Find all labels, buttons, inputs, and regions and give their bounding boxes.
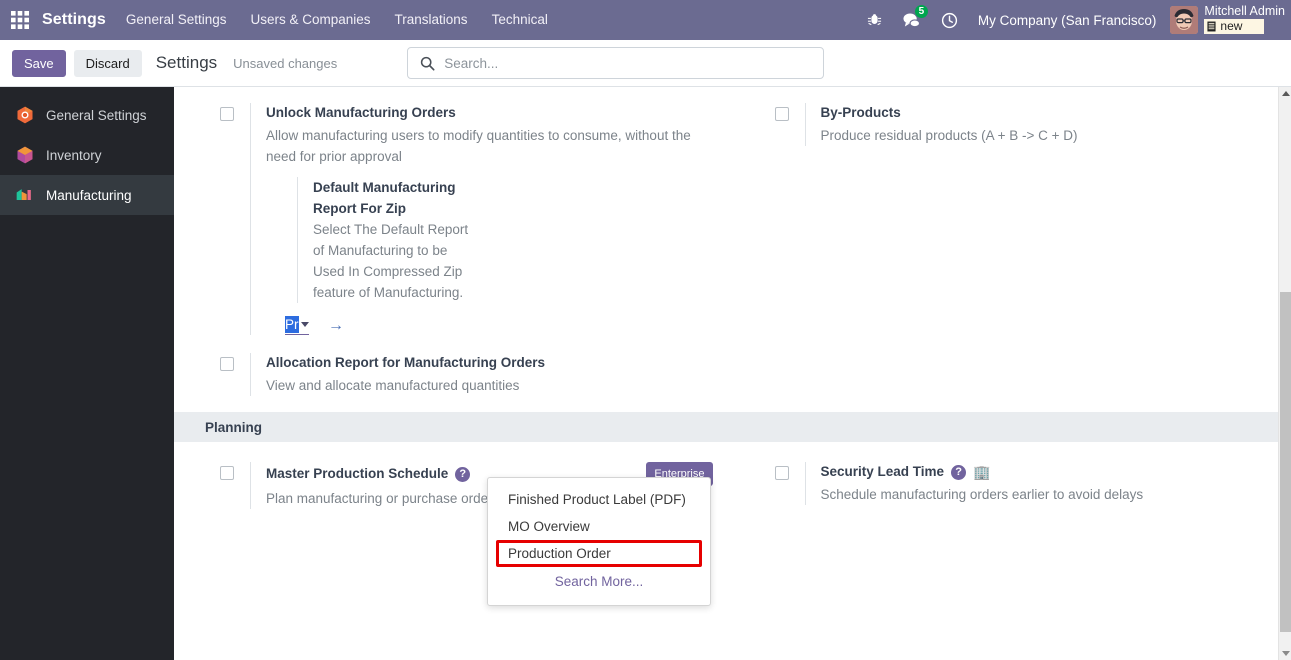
operations-settings-grid: Unlock Manufacturing Orders Allow manufa… <box>174 87 1291 398</box>
setting-unlock-manufacturing-orders: Unlock Manufacturing Orders Allow manufa… <box>220 103 713 335</box>
search-icon <box>421 56 435 71</box>
user-name: Mitchell Admin <box>1204 4 1285 19</box>
dropdown-option-finished-product-label[interactable]: Finished Product Label (PDF) <box>488 486 710 513</box>
sub-setting-title: Default Manufacturing Report For Zip <box>313 180 456 216</box>
vertical-scrollbar[interactable] <box>1278 87 1291 660</box>
sidebar-label-general-settings: General Settings <box>46 107 147 123</box>
apps-grid-icon[interactable] <box>0 0 40 40</box>
default-report-input[interactable] <box>285 316 299 333</box>
scroll-up-arrow-icon[interactable] <box>1279 87 1291 100</box>
sub-setting-default-manufacturing-report-for-zip: Default Manufacturing Report For Zip Sel… <box>297 177 472 303</box>
setting-by-products: By-Products Produce residual products (A… <box>774 103 1272 146</box>
clock-icon[interactable] <box>931 0 968 40</box>
setting-security-lead-time: Security Lead Time ? 🏢 Schedule manufact… <box>774 462 1272 505</box>
manufacturing-app-icon <box>14 184 36 206</box>
setting-body: Unlock Manufacturing Orders Allow manufa… <box>250 103 713 335</box>
checkbox-by-products[interactable] <box>774 107 789 121</box>
database-name: new <box>1220 19 1243 34</box>
planning-column-right: Security Lead Time ? 🏢 Schedule manufact… <box>733 462 1291 511</box>
settings-sidebar: General Settings Inventory Manufacturing <box>0 87 174 660</box>
settings-column-left: Unlock Manufacturing Orders Allow manufa… <box>174 103 733 398</box>
setting-title: By-Products <box>820 105 901 120</box>
setting-title: Master Production Schedule <box>266 466 449 481</box>
checkbox-security-lead-time[interactable] <box>774 466 789 480</box>
sidebar-label-inventory: Inventory <box>46 147 102 163</box>
app-brand-settings[interactable]: Settings <box>40 11 114 29</box>
setting-description: View and allocate manufactured quantitie… <box>266 378 520 393</box>
settings-app-icon <box>14 104 36 126</box>
search-bar[interactable] <box>407 47 825 79</box>
dropdown-option-mo-overview[interactable]: MO Overview <box>488 513 710 540</box>
menu-users-companies[interactable]: Users & Companies <box>238 0 382 40</box>
chat-bubbles-icon[interactable]: 5 <box>892 0 931 40</box>
sidebar-item-inventory[interactable]: Inventory <box>0 135 174 175</box>
setting-title: Security Lead Time <box>820 464 945 479</box>
save-button[interactable]: Save <box>12 49 66 77</box>
scroll-down-arrow-icon[interactable] <box>1279 647 1291 660</box>
settings-column-right: By-Products Produce residual products (A… <box>733 103 1291 398</box>
planning-settings-grid: Master Production Schedule ? Enterprise … <box>174 442 1291 511</box>
setting-description: Schedule manufacturing orders earlier to… <box>820 487 1144 502</box>
sidebar-item-manufacturing[interactable]: Manufacturing <box>0 175 174 215</box>
body-wrapper: General Settings Inventory Manufacturing… <box>0 87 1291 660</box>
menu-general-settings[interactable]: General Settings <box>114 0 239 40</box>
top-navbar: Settings General Settings Users & Compan… <box>0 0 1291 40</box>
checkbox-unlock-manufacturing-orders[interactable] <box>220 107 234 121</box>
settings-content: Unlock Manufacturing Orders Allow manufa… <box>174 87 1291 660</box>
sub-setting-description: Select The Default Report of Manufacturi… <box>313 222 469 300</box>
inventory-app-icon <box>14 144 36 166</box>
menu-technical[interactable]: Technical <box>480 0 560 40</box>
arrow-right-icon[interactable]: → <box>328 317 344 334</box>
default-report-dropdown-menu: Finished Product Label (PDF) MO Overview… <box>487 477 711 606</box>
sidebar-item-general-settings[interactable]: General Settings <box>0 95 174 135</box>
section-header-planning: Planning <box>174 412 1291 442</box>
setting-title-row: Security Lead Time ? 🏢 <box>821 462 1272 482</box>
checkbox-allocation-report[interactable] <box>220 357 234 371</box>
database-icon <box>1207 21 1216 32</box>
question-mark-icon[interactable]: ? <box>455 466 471 482</box>
search-input[interactable] <box>435 55 812 71</box>
avatar <box>1170 5 1199 34</box>
bug-icon[interactable] <box>857 0 892 40</box>
user-menu[interactable]: Mitchell Admin new <box>1166 5 1285 35</box>
unsaved-changes-status: Unsaved changes <box>233 55 338 71</box>
dropdown-option-production-order[interactable]: Production Order <box>496 540 702 567</box>
dropdown-search-more[interactable]: Search More... <box>488 567 710 595</box>
sidebar-label-manufacturing: Manufacturing <box>46 187 132 203</box>
setting-body: By-Products Produce residual products (A… <box>804 103 1272 146</box>
control-panel: Save Discard Settings Unsaved changes <box>0 40 1291 87</box>
navbar-right-group: 5 My Company (San Francisco) Mitchell Ad… <box>857 0 1291 40</box>
user-info-block: Mitchell Admin new <box>1198 5 1285 35</box>
company-building-icon[interactable]: 🏢 <box>973 465 990 479</box>
default-report-many2one[interactable] <box>285 316 309 335</box>
setting-title: Allocation Report for Manufacturing Orde… <box>266 355 546 370</box>
setting-description: Allow manufacturing users to modify quan… <box>266 128 691 164</box>
scrollbar-thumb[interactable] <box>1280 292 1291 632</box>
setting-body: Allocation Report for Manufacturing Orde… <box>250 353 713 396</box>
setting-body: Security Lead Time ? 🏢 Schedule manufact… <box>804 462 1272 505</box>
setting-allocation-report: Allocation Report for Manufacturing Orde… <box>220 353 713 396</box>
page-title: Settings <box>155 53 218 72</box>
messages-count-badge: 5 <box>913 4 929 19</box>
setting-description: Produce residual products (A + B -> C + … <box>820 128 1078 143</box>
company-switcher[interactable]: My Company (San Francisco) <box>968 13 1167 28</box>
discard-button[interactable]: Discard <box>73 49 142 77</box>
menu-translations[interactable]: Translations <box>383 0 480 40</box>
checkbox-master-production-schedule[interactable] <box>220 466 234 480</box>
setting-title: Unlock Manufacturing Orders <box>266 105 456 120</box>
database-badge: new <box>1204 19 1265 34</box>
chevron-down-icon[interactable] <box>301 322 309 327</box>
question-mark-icon[interactable]: ? <box>951 464 967 480</box>
default-report-field-row: → <box>266 316 713 335</box>
